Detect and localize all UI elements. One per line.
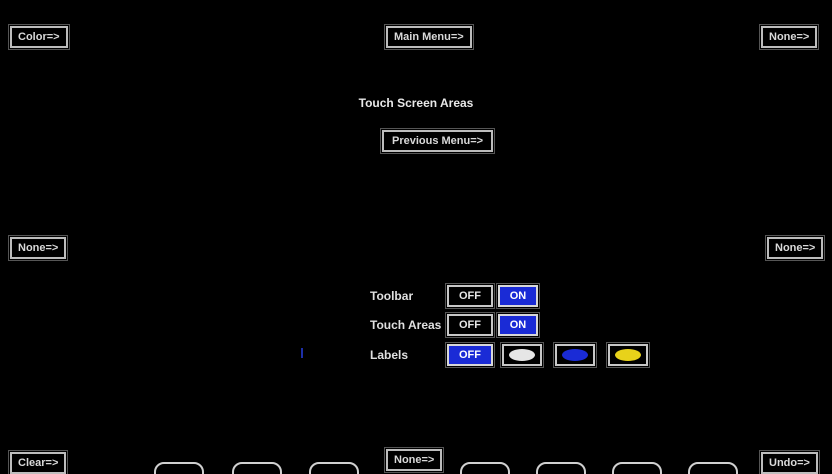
touch-areas-on-toggle[interactable]: ON	[496, 312, 540, 338]
toolbar-off-toggle[interactable]: OFF	[445, 283, 495, 309]
white-ellipse-icon	[509, 349, 535, 361]
toolbar-tab-7[interactable]	[612, 462, 662, 474]
toolbar-tab-2[interactable]	[232, 462, 282, 474]
mid-left-zone-button[interactable]: None=>	[7, 235, 69, 261]
clear-zone-button[interactable]: Clear=>	[7, 450, 69, 474]
cursor-marker	[301, 348, 303, 358]
labels-label: Labels	[370, 348, 409, 362]
toolbar-label: Toolbar	[370, 289, 414, 303]
yellow-ellipse-icon	[615, 349, 641, 361]
labels-yellow-swatch[interactable]	[606, 342, 650, 368]
toolbar-tab-8[interactable]	[688, 462, 738, 474]
mid-right-zone-button[interactable]: None=>	[764, 235, 826, 261]
toolbar-on-toggle[interactable]: ON	[496, 283, 540, 309]
toolbar-tab-6[interactable]	[536, 462, 586, 474]
top-right-zone-button[interactable]: None=>	[758, 24, 820, 50]
previous-menu-button[interactable]: Previous Menu=>	[379, 128, 496, 154]
color-zone-button[interactable]: Color=>	[8, 24, 70, 50]
touch-areas-off-toggle[interactable]: OFF	[445, 312, 495, 338]
blue-ellipse-icon	[562, 349, 588, 361]
bottom-center-zone-button[interactable]: None=>	[383, 447, 445, 473]
labels-white-swatch[interactable]	[500, 342, 544, 368]
labels-off-toggle[interactable]: OFF	[445, 342, 495, 368]
undo-zone-button[interactable]: Undo=>	[759, 450, 820, 474]
touch-areas-label: Touch Areas	[370, 318, 442, 332]
toolbar-tab-1[interactable]	[154, 462, 204, 474]
menu-title: Touch Screen Areas	[358, 96, 474, 110]
labels-blue-swatch[interactable]	[553, 342, 597, 368]
toolbar-tab-3[interactable]	[309, 462, 359, 474]
touch-screen: Color=> Main Menu=> None=> None=> None=>…	[0, 0, 832, 474]
toolbar-tab-5[interactable]	[460, 462, 510, 474]
main-menu-zone-button[interactable]: Main Menu=>	[384, 24, 474, 50]
